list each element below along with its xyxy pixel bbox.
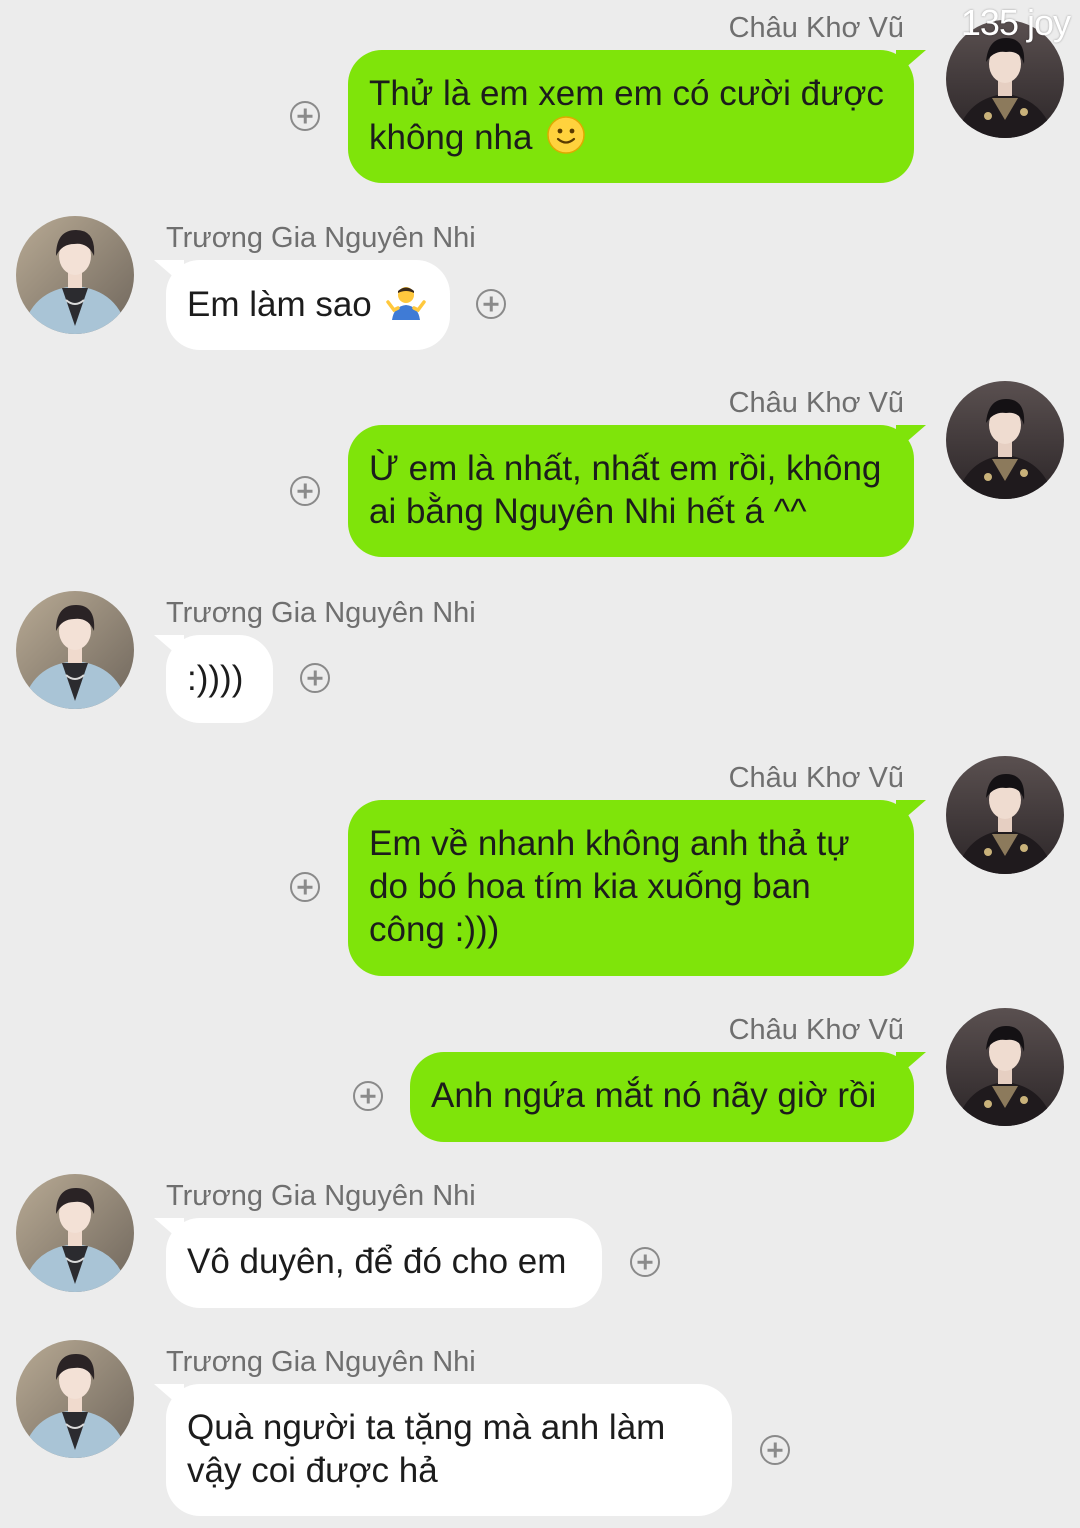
message-text: Thử là em xem em có cười được không nha <box>369 74 884 157</box>
message-bubble[interactable]: Em về nhanh không anh thả tự do bó hoa t… <box>348 800 914 976</box>
add-reaction-icon[interactable] <box>290 101 320 131</box>
add-reaction-icon[interactable] <box>760 1435 790 1465</box>
add-reaction-icon[interactable] <box>290 872 320 902</box>
avatar[interactable] <box>16 216 134 334</box>
avatar[interactable] <box>946 756 1064 874</box>
message-bubble[interactable]: Em làm sao <box>166 260 450 350</box>
message-text: :)))) <box>187 659 244 698</box>
message-bubble[interactable]: :)))) <box>166 635 273 723</box>
sender-name: Trương Gia Nguyên Nhi <box>166 597 476 629</box>
message-text: Quà người ta tặng mà anh làm vậy coi đượ… <box>187 1408 666 1490</box>
slightly-smiling-face-icon <box>546 115 586 165</box>
sender-name: Trương Gia Nguyên Nhi <box>166 1180 476 1212</box>
sender-name: Châu Khơ Vũ <box>728 1014 904 1046</box>
avatar[interactable] <box>16 1174 134 1292</box>
watermark-text: 135 joy <box>960 2 1071 43</box>
message-text: Em về nhanh không anh thả tự do bó hoa t… <box>369 824 850 949</box>
message-bubble[interactable]: Anh ngứa mắt nó nãy giờ rồi <box>410 1052 914 1142</box>
message-text: Anh ngứa mắt nó nãy giờ rồi <box>431 1076 877 1115</box>
message-text: Vô duyên, để đó cho em <box>187 1242 567 1281</box>
sender-name: Trương Gia Nguyên Nhi <box>166 1346 476 1378</box>
message-bubble[interactable]: Ừ em là nhất, nhất em rồi, không ai bằng… <box>348 425 914 557</box>
sender-name: Trương Gia Nguyên Nhi <box>166 222 476 254</box>
add-reaction-icon[interactable] <box>630 1247 660 1277</box>
avatar[interactable] <box>16 591 134 709</box>
sender-name: Châu Khơ Vũ <box>728 762 904 794</box>
person-shrugging-icon <box>385 282 426 332</box>
add-reaction-icon[interactable] <box>300 663 330 693</box>
message-bubble[interactable]: Thử là em xem em có cười được không nha <box>348 50 914 183</box>
sender-name: Châu Khơ Vũ <box>728 387 904 419</box>
message-bubble[interactable]: Quà người ta tặng mà anh làm vậy coi đượ… <box>166 1384 732 1516</box>
message-bubble[interactable]: Vô duyên, để đó cho em <box>166 1218 602 1308</box>
add-reaction-icon[interactable] <box>290 476 320 506</box>
message-text: Ừ em là nhất, nhất em rồi, không ai bằng… <box>369 449 882 531</box>
message-text: Em làm sao <box>187 285 372 324</box>
avatar[interactable] <box>946 1008 1064 1126</box>
add-reaction-icon[interactable] <box>476 289 506 319</box>
avatar[interactable] <box>946 381 1064 499</box>
sender-name: Châu Khơ Vũ <box>728 12 904 44</box>
avatar[interactable] <box>16 1340 134 1458</box>
add-reaction-icon[interactable] <box>353 1081 383 1111</box>
